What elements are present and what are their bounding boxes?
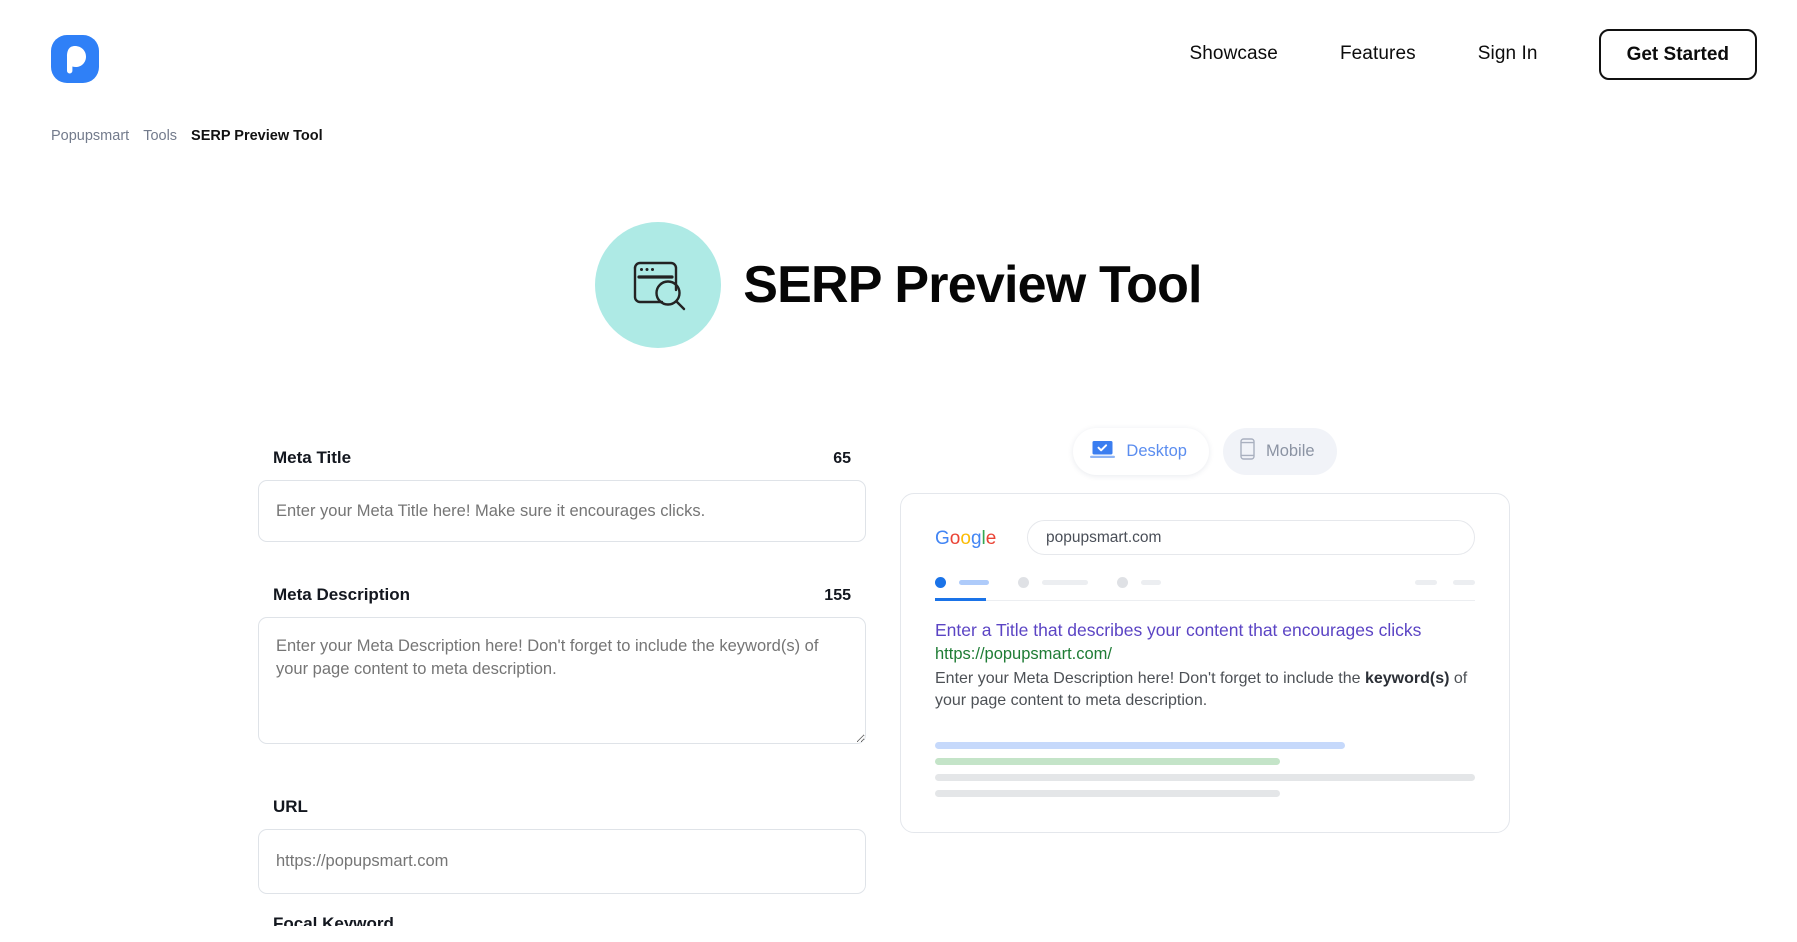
serp-result-url[interactable]: https://popupsmart.com/ (935, 643, 1475, 667)
meta-title-input[interactable] (258, 480, 866, 542)
breadcrumb-popupsmart[interactable]: Popupsmart (51, 128, 129, 144)
breadcrumb-tools[interactable]: Tools (143, 128, 177, 144)
serp-description-keyword: keyword(s) (1365, 670, 1449, 687)
device-toggle-mobile-label: Mobile (1266, 442, 1315, 461)
serp-tab-dot-active[interactable] (935, 577, 946, 588)
serp-tab-bar-active (959, 580, 989, 585)
meta-description-label: Meta Description (273, 585, 410, 605)
site-header: Showcase Features Sign In Get Started (0, 0, 1797, 105)
breadcrumb-current: SERP Preview Tool (191, 128, 323, 144)
get-started-button[interactable]: Get Started (1599, 29, 1757, 80)
url-label: URL (273, 797, 308, 817)
meta-description-head: Meta Description 155 (258, 585, 866, 605)
serp-search-input[interactable]: popupsmart.com (1027, 520, 1475, 555)
breadcrumb: Popupsmart Tools SERP Preview Tool (51, 128, 323, 144)
serp-tab-tools (1415, 580, 1475, 585)
meta-title-field: Meta Title 65 (258, 448, 866, 542)
popupsmart-logo[interactable] (51, 35, 99, 83)
serp-search-query: popupsmart.com (1046, 529, 1161, 547)
meta-description-counter: 155 (824, 587, 851, 605)
skeleton-row-desc-1 (935, 774, 1475, 781)
serp-search-row: Google popupsmart.com (935, 520, 1475, 555)
serp-description-pre: Enter your Meta Description here! Don't … (935, 670, 1365, 687)
serp-skeleton-rows (935, 742, 1477, 806)
url-head: URL (258, 797, 866, 817)
serp-tab-dot-2[interactable] (1018, 577, 1029, 588)
svg-text:Google: Google (935, 528, 996, 549)
serp-result-description: Enter your Meta Description here! Don't … (935, 668, 1475, 713)
serp-tab-bar-2 (1042, 580, 1088, 585)
device-toggle-desktop-label: Desktop (1126, 442, 1187, 461)
popupsmart-logo-icon (51, 35, 99, 83)
nav-features[interactable]: Features (1309, 28, 1447, 80)
form-spacer-1 (258, 542, 866, 585)
nav-showcase[interactable]: Showcase (1158, 28, 1308, 80)
serp-tab-bar-3 (1141, 580, 1161, 585)
serp-preview-page: Showcase Features Sign In Get Started Po… (0, 0, 1797, 942)
browser-search-icon (595, 222, 721, 348)
serp-result-card: Google popupsmart.com (900, 493, 1510, 833)
serp-tab-placeholders (935, 577, 1475, 601)
google-logo: Google (935, 526, 1003, 550)
serp-tool-bar-1 (1415, 580, 1437, 585)
page-title: SERP Preview Tool (743, 255, 1201, 315)
page-title-row: SERP Preview Tool (0, 222, 1797, 348)
skeleton-row-desc-2 (935, 790, 1280, 797)
serp-preview-panel: Desktop Mobile Google (900, 428, 1510, 833)
meta-title-label: Meta Title (273, 448, 351, 468)
serp-tab-dot-3[interactable] (1117, 577, 1128, 588)
meta-title-head: Meta Title 65 (258, 448, 866, 468)
device-toggle-mobile[interactable]: Mobile (1223, 428, 1337, 475)
url-field: URL (258, 797, 866, 894)
form-spacer-2 (258, 749, 866, 797)
nav-sign-in[interactable]: Sign In (1447, 28, 1569, 80)
skeleton-row-url (935, 758, 1280, 765)
device-toggle-group: Desktop Mobile (900, 428, 1510, 475)
serp-tool-bar-2 (1453, 580, 1475, 585)
device-toggle-desktop[interactable]: Desktop (1073, 428, 1209, 475)
main-nav: Showcase Features Sign In Get Started (1158, 28, 1757, 80)
serp-tab-active-underline (935, 598, 986, 601)
url-input[interactable] (258, 829, 866, 894)
meta-title-counter: 65 (833, 450, 851, 468)
serp-result: Enter a Title that describes your conten… (935, 619, 1475, 713)
phone-icon (1240, 438, 1255, 465)
serp-input-form: Meta Title 65 Meta Description 155 URL F… (258, 448, 866, 926)
focal-keyword-label: Focal Keyword (258, 914, 866, 926)
serp-result-title[interactable]: Enter a Title that describes your conten… (935, 619, 1475, 643)
meta-description-input[interactable] (258, 617, 866, 744)
meta-description-field: Meta Description 155 (258, 585, 866, 749)
laptop-check-icon (1090, 440, 1115, 464)
skeleton-row-title (935, 742, 1345, 749)
